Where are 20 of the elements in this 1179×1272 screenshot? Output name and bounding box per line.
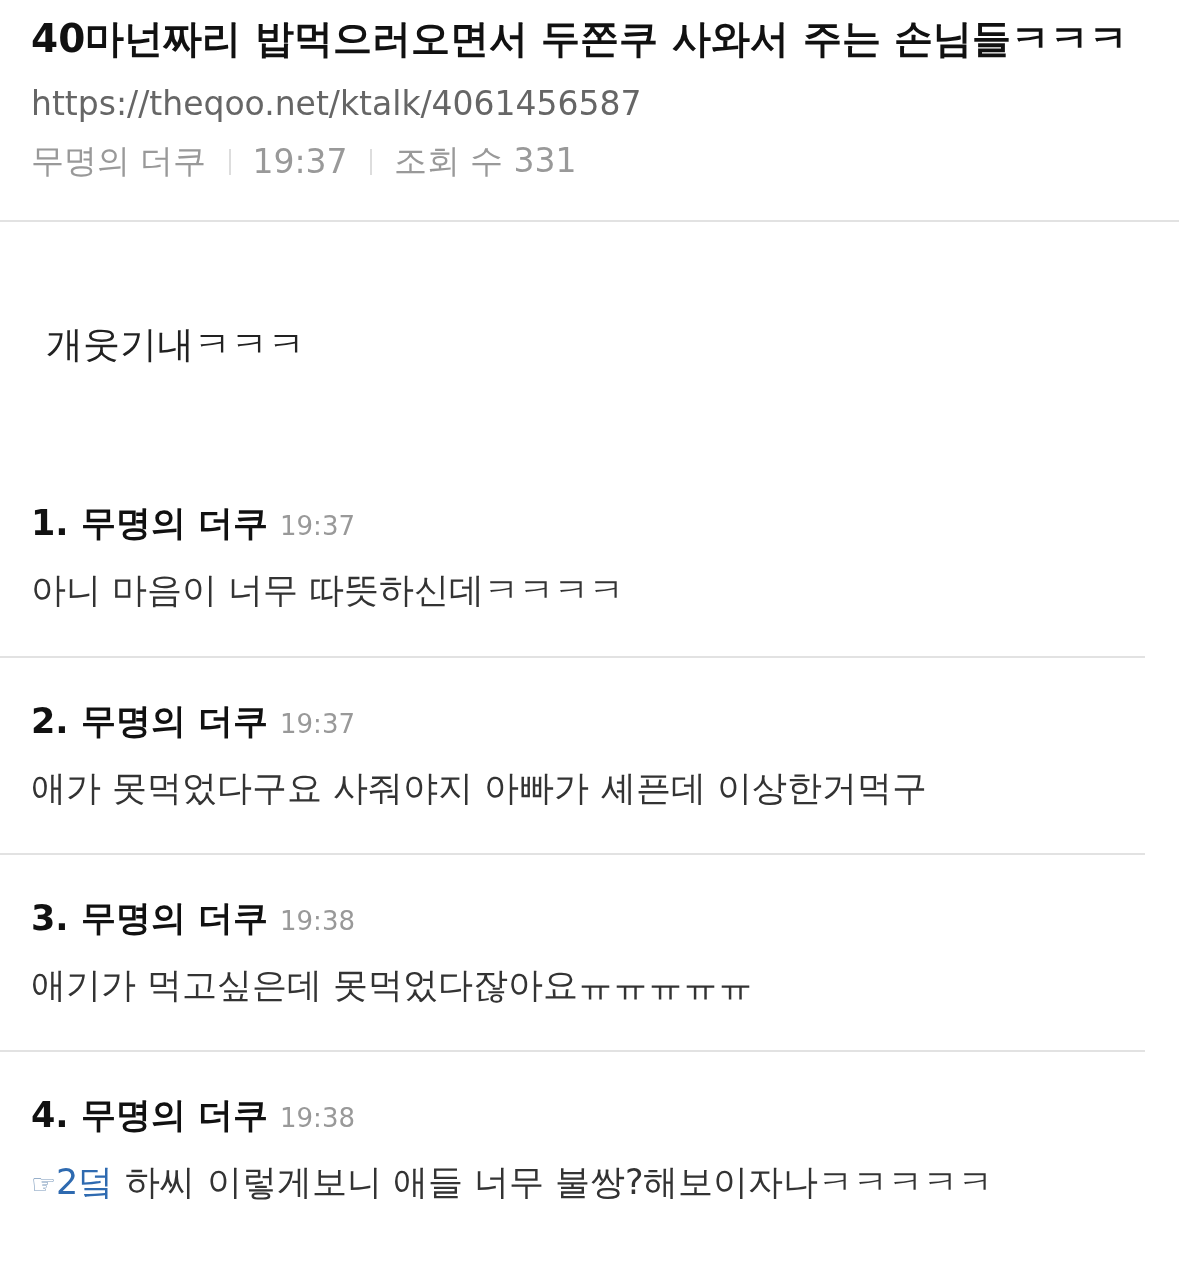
comment-text: 하씨 이렇게보니 애들 너무 불쌍?해보이자나ㅋㅋㅋㅋㅋ (125, 1161, 994, 1204)
comment-author: 4. 무명의 더쿠 (31, 1094, 269, 1137)
author-name: 무명의 더쿠 (31, 140, 207, 182)
post-time: 19:37 (252, 142, 348, 181)
comment-time: 19:38 (280, 906, 355, 936)
view-count: 조회 수 331 (393, 140, 577, 182)
comment-author: 2. 무명의 더쿠 (31, 700, 269, 743)
comment-author: 1. 무명의 더쿠 (31, 502, 269, 545)
comment-time: 19:37 (280, 709, 355, 739)
pointing-hand-icon: ☞ (31, 1168, 57, 1201)
comment-text: 애가 못먹었다구요 사줘야지 아빠가 셰픈데 이상한거먹구 (31, 767, 927, 810)
post-body: 개웃기내ㅋㅋㅋ (45, 322, 306, 368)
comment-text: 애기가 먹고싶은데 못먹었다잖아요ㅠㅠㅠㅠㅠ (31, 964, 754, 1007)
reply-link[interactable]: 2덬 (56, 1159, 114, 1206)
comment-time: 19:37 (280, 511, 355, 541)
post-url[interactable]: https://theqoo.net/ktalk/4061456587 (31, 84, 1148, 123)
comment-author: 3. 무명의 더쿠 (31, 897, 269, 940)
comment-time: 19:38 (280, 1103, 355, 1133)
post-title: 40마넌짜리 밥먹으러오면서 두쫀쿠 사와서 주는 손님들ㅋㅋㅋ (31, 15, 1130, 63)
comment-text: 아니 마음이 너무 따뜻하신데ㅋㅋㅋㅋ (31, 569, 625, 612)
